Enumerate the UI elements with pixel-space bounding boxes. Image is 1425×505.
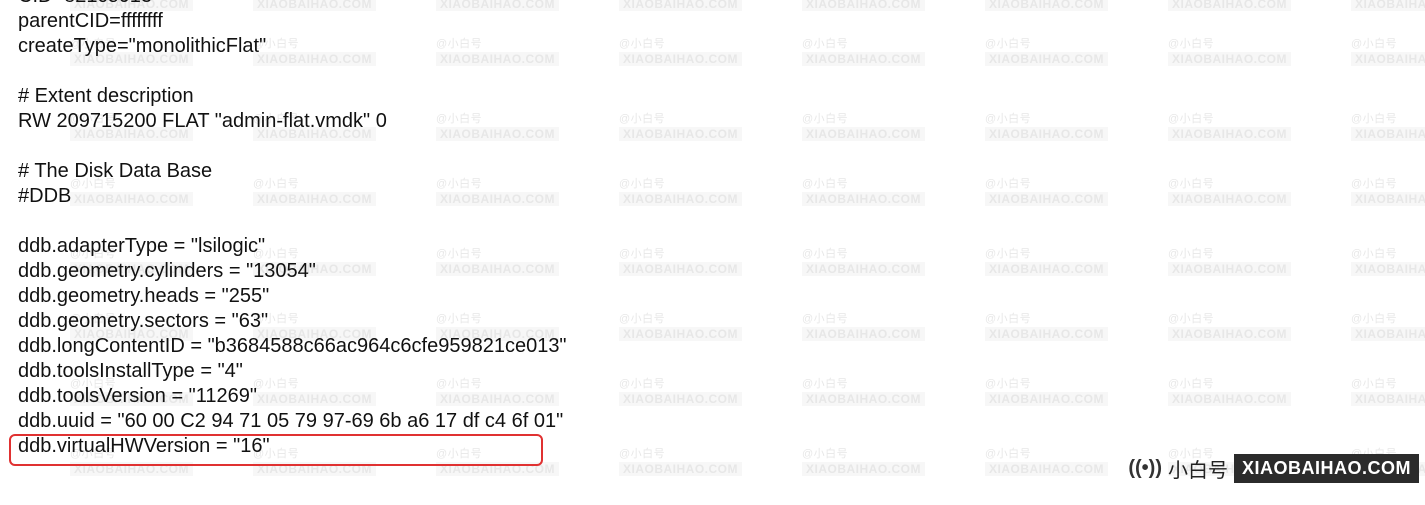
code-line: ddb.adapterType = "lsilogic"	[18, 234, 1425, 259]
file-content: CID=821ce013parentCID=ffffffffcreateType…	[0, 0, 1425, 459]
watermark-bottom-text: XIAOBAIHAO.COM	[253, 462, 376, 476]
watermark-bottom-text: XIAOBAIHAO.COM	[619, 462, 742, 476]
code-line	[18, 59, 1425, 84]
code-line: ddb.geometry.heads = "255"	[18, 284, 1425, 309]
watermark-bottom-text: XIAOBAIHAO.COM	[802, 462, 925, 476]
code-line: #DDB	[18, 184, 1425, 209]
code-line: # Extent description	[18, 84, 1425, 109]
code-line: CID=821ce013	[18, 0, 1425, 9]
code-line: ddb.uuid = "60 00 C2 94 71 05 79 97-69 6…	[18, 409, 1425, 434]
code-line	[18, 209, 1425, 234]
watermark-bottom-text: XIAOBAIHAO.COM	[985, 462, 1108, 476]
code-line: ddb.toolsVersion = "11269"	[18, 384, 1425, 409]
code-line: ddb.geometry.sectors = "63"	[18, 309, 1425, 334]
watermark-bottom-text: XIAOBAIHAO.COM	[70, 462, 193, 476]
corner-badge: ((•)) 小白号 XIAOBAIHAO.COM	[1128, 454, 1419, 483]
corner-domain-box: XIAOBAIHAO.COM	[1234, 454, 1419, 483]
code-line: ddb.toolsInstallType = "4"	[18, 359, 1425, 384]
code-line: # The Disk Data Base	[18, 159, 1425, 184]
code-line	[18, 134, 1425, 159]
watermark-bottom-text: XIAOBAIHAO.COM	[436, 462, 559, 476]
code-line: parentCID=ffffffff	[18, 9, 1425, 34]
code-line: RW 209715200 FLAT "admin-flat.vmdk" 0	[18, 109, 1425, 134]
broadcast-icon: ((•))	[1128, 457, 1162, 480]
corner-cn-text: 小白号	[1168, 454, 1228, 483]
code-line: ddb.geometry.cylinders = "13054"	[18, 259, 1425, 284]
code-line: ddb.longContentID = "b3684588c66ac964c6c…	[18, 334, 1425, 359]
code-line: createType="monolithicFlat"	[18, 34, 1425, 59]
